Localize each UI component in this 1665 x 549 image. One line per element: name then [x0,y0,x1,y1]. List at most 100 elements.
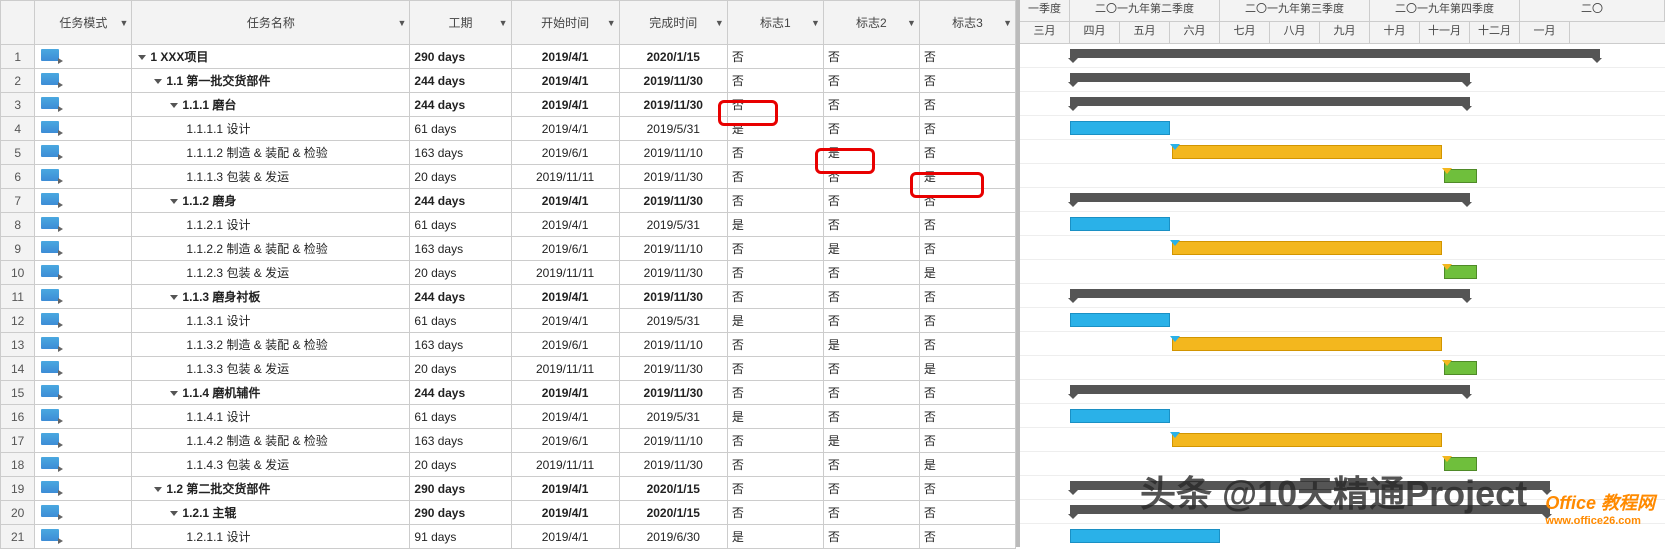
task-mode-cell[interactable] [35,381,132,405]
summary-bar[interactable] [1070,49,1600,58]
timeline-month[interactable]: 八月 [1270,22,1320,43]
col-header-flag3[interactable]: 标志3▼ [919,1,1015,45]
finish-cell[interactable]: 2019/11/30 [619,453,727,477]
flag3-cell[interactable]: 否 [919,333,1015,357]
flag2-cell[interactable]: 否 [823,69,919,93]
flag1-cell[interactable]: 否 [727,189,823,213]
task-mode-cell[interactable] [35,117,132,141]
task-mode-cell[interactable] [35,453,132,477]
flag2-cell[interactable]: 否 [823,405,919,429]
table-row[interactable]: 211.2.1.1 设计91 days2019/4/12019/6/30是否否 [1,525,1016,549]
flag1-cell[interactable]: 否 [727,237,823,261]
flag2-cell[interactable]: 否 [823,165,919,189]
task-name-cell[interactable]: 1.1.1 磨台 [132,93,410,117]
flag1-cell[interactable]: 否 [727,381,823,405]
flag2-cell[interactable]: 否 [823,93,919,117]
outline-collapse-icon[interactable] [170,511,178,516]
chevron-down-icon[interactable]: ▼ [499,18,508,28]
task-table[interactable]: 任务模式▼ 任务名称▼ 工期▼ 开始时间▼ 完成时间▼ 标志1▼ 标志2▼ 标志… [0,0,1016,549]
timeline-quarter[interactable]: 二〇 [1520,0,1665,21]
gantt-row[interactable] [1020,404,1665,428]
gantt-row[interactable] [1020,260,1665,284]
row-number[interactable]: 13 [1,333,35,357]
gantt-row[interactable] [1020,284,1665,308]
flag3-cell[interactable]: 是 [919,357,1015,381]
task-mode-cell[interactable] [35,237,132,261]
task-name-cell[interactable]: 1.1.2.2 制造 & 装配 & 检验 [132,237,410,261]
duration-cell[interactable]: 163 days [410,429,511,453]
gantt-row[interactable] [1020,524,1665,547]
chevron-down-icon[interactable]: ▼ [907,18,916,28]
task-mode-cell[interactable] [35,141,132,165]
flag2-cell[interactable]: 是 [823,141,919,165]
task-mode-cell[interactable] [35,501,132,525]
flag2-cell[interactable]: 否 [823,477,919,501]
gantt-row[interactable] [1020,332,1665,356]
task-mode-cell[interactable] [35,165,132,189]
gantt-row[interactable] [1020,236,1665,260]
start-cell[interactable]: 2019/6/1 [511,333,619,357]
task-name-cell[interactable]: 1.1.3.1 设计 [132,309,410,333]
flag3-cell[interactable]: 否 [919,189,1015,213]
table-row[interactable]: 41.1.1.1 设计61 days2019/4/12019/5/31是否否 [1,117,1016,141]
flag3-cell[interactable]: 否 [919,117,1015,141]
timeline-month[interactable]: 十二月 [1470,22,1520,43]
flag3-cell[interactable]: 否 [919,93,1015,117]
flag3-cell[interactable]: 否 [919,477,1015,501]
table-row[interactable]: 131.1.3.2 制造 & 装配 & 检验163 days2019/6/120… [1,333,1016,357]
duration-cell[interactable]: 290 days [410,501,511,525]
table-row[interactable]: 61.1.1.3 包装 & 发运20 days2019/11/112019/11… [1,165,1016,189]
finish-cell[interactable]: 2019/11/30 [619,69,727,93]
finish-cell[interactable]: 2019/5/31 [619,405,727,429]
summary-bar[interactable] [1070,97,1470,106]
task-mode-cell[interactable] [35,429,132,453]
summary-bar[interactable] [1070,289,1470,298]
start-cell[interactable]: 2019/11/11 [511,165,619,189]
gantt-row[interactable] [1020,308,1665,332]
timeline-month[interactable]: 五月 [1120,22,1170,43]
timeline-month[interactable]: 九月 [1320,22,1370,43]
start-cell[interactable]: 2019/4/1 [511,381,619,405]
timeline-month[interactable]: 四月 [1070,22,1120,43]
timeline-month[interactable]: 三月 [1020,22,1070,43]
task-mode-cell[interactable] [35,405,132,429]
table-row[interactable]: 51.1.1.2 制造 & 装配 & 检验163 days2019/6/1201… [1,141,1016,165]
summary-bar[interactable] [1070,385,1470,394]
duration-cell[interactable]: 20 days [410,453,511,477]
finish-cell[interactable]: 2020/1/15 [619,45,727,69]
flag3-cell[interactable]: 否 [919,501,1015,525]
row-number[interactable]: 9 [1,237,35,261]
task-name-cell[interactable]: 1.1.3 磨身衬板 [132,285,410,309]
flag3-cell[interactable]: 否 [919,381,1015,405]
table-row[interactable]: 21.1 第一批交货部件244 days2019/4/12019/11/30否否… [1,69,1016,93]
task-bar[interactable] [1172,433,1442,447]
flag3-cell[interactable]: 是 [919,165,1015,189]
timeline-quarter[interactable]: 二〇一九年第四季度 [1370,0,1520,21]
flag2-cell[interactable]: 否 [823,213,919,237]
task-name-cell[interactable]: 1.1 第一批交货部件 [132,69,410,93]
finish-cell[interactable]: 2019/6/30 [619,525,727,549]
finish-cell[interactable]: 2019/11/10 [619,237,727,261]
flag2-cell[interactable]: 是 [823,333,919,357]
duration-cell[interactable]: 61 days [410,213,511,237]
start-cell[interactable]: 2019/4/1 [511,69,619,93]
row-number[interactable]: 3 [1,93,35,117]
finish-cell[interactable]: 2019/11/30 [619,285,727,309]
table-row[interactable]: 101.1.2.3 包装 & 发运20 days2019/11/112019/1… [1,261,1016,285]
table-row[interactable]: 121.1.3.1 设计61 days2019/4/12019/5/31是否否 [1,309,1016,333]
start-cell[interactable]: 2019/4/1 [511,213,619,237]
table-row[interactable]: 151.1.4 磨机辅件244 days2019/4/12019/11/30否否… [1,381,1016,405]
duration-cell[interactable]: 163 days [410,333,511,357]
task-name-cell[interactable]: 1.1.1.1 设计 [132,117,410,141]
finish-cell[interactable]: 2019/11/30 [619,357,727,381]
task-mode-cell[interactable] [35,189,132,213]
flag2-cell[interactable]: 否 [823,453,919,477]
duration-cell[interactable]: 20 days [410,261,511,285]
chevron-down-icon[interactable]: ▼ [397,18,406,28]
start-cell[interactable]: 2019/4/1 [511,45,619,69]
flag1-cell[interactable]: 否 [727,453,823,477]
start-cell[interactable]: 2019/6/1 [511,237,619,261]
flag2-cell[interactable]: 是 [823,237,919,261]
table-row[interactable]: 171.1.4.2 制造 & 装配 & 检验163 days2019/6/120… [1,429,1016,453]
gantt-row[interactable] [1020,92,1665,116]
